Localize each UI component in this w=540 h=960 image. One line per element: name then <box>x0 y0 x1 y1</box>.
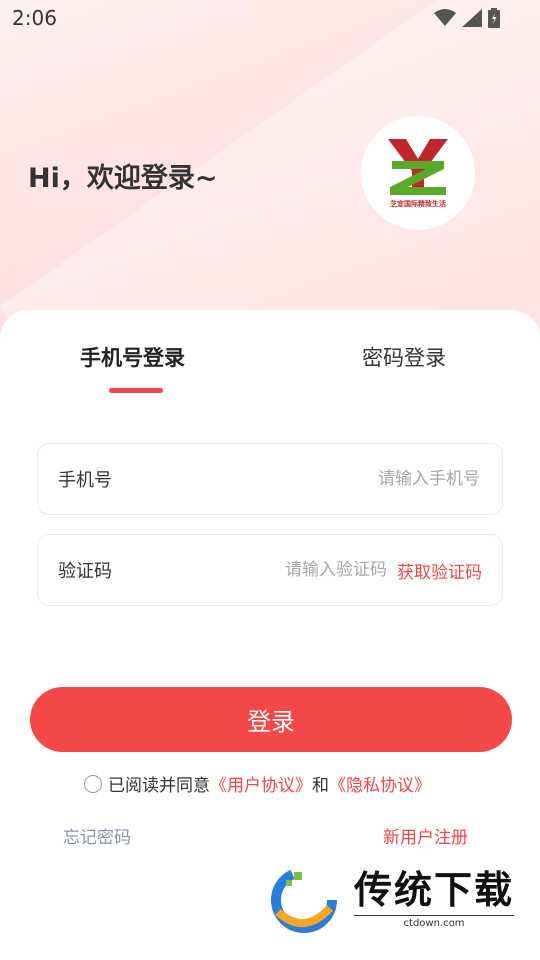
user-agreement-link[interactable]: 《用户协议》 <box>210 771 312 796</box>
login-card: 手机号登录 密码登录 手机号 验证码 获取验证码 登录 已阅读并同意 《用户协议… <box>0 310 540 960</box>
status-bar: 2:06 <box>0 0 540 36</box>
active-tab-indicator <box>109 388 163 393</box>
logo-caption: 芝宜国际精致生活 <box>390 200 446 208</box>
phone-input[interactable] <box>112 468 482 490</box>
agreement-prefix: 已阅读并同意 <box>108 776 210 796</box>
get-code-button[interactable]: 获取验证码 <box>397 558 482 583</box>
watermark-logo-icon <box>271 867 337 933</box>
code-label: 验证码 <box>58 561 112 582</box>
greeting-title: Hi，欢迎登录~ <box>28 163 218 194</box>
wifi-icon <box>434 9 456 26</box>
privacy-agreement-link[interactable]: 《隐私协议》 <box>329 771 431 796</box>
tab-password-login[interactable]: 密码登录 <box>362 342 446 372</box>
agreement-checkbox[interactable] <box>84 774 102 793</box>
status-time: 2:06 <box>12 6 57 30</box>
battery-icon <box>488 8 500 28</box>
status-icons <box>434 8 500 28</box>
agreement-row: 已阅读并同意 《用户协议》 和 《隐私协议》 <box>84 771 431 796</box>
phone-label: 手机号 <box>58 470 112 491</box>
code-input[interactable] <box>112 559 389 581</box>
watermark: 传统下载 ctdown.com <box>268 864 518 936</box>
watermark-title: 传统下载 <box>354 868 515 912</box>
brand-logo: 芝宜国际精致生活 <box>361 116 475 230</box>
signal-icon <box>462 9 482 27</box>
header-background: 2:06 Hi，欢迎登录~ 芝宜国际精致生活 <box>0 0 540 340</box>
register-link[interactable]: 新用户注册 <box>383 823 468 848</box>
code-field: 验证码 获取验证码 <box>37 534 503 606</box>
forgot-password-link[interactable]: 忘记密码 <box>63 823 131 848</box>
phone-field: 手机号 <box>37 443 503 515</box>
agreement-conjunction: 和 <box>312 776 329 796</box>
watermark-subtitle: ctdown.com <box>354 915 515 929</box>
login-button[interactable]: 登录 <box>30 687 512 752</box>
tab-phone-login[interactable]: 手机号登录 <box>80 342 185 372</box>
logo-mark-icon <box>388 139 448 195</box>
